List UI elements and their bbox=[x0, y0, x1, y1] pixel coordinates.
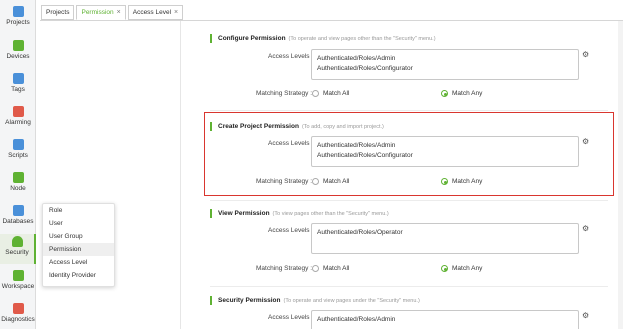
menu-item-access-level[interactable]: Access Level bbox=[43, 256, 114, 269]
match-all-option[interactable]: Match All bbox=[312, 90, 349, 97]
matching-strategy-label: Matching Strategy : bbox=[256, 90, 312, 97]
nav-item-tags[interactable]: Tags bbox=[0, 73, 36, 105]
access-levels-label: Access Levels : bbox=[268, 227, 314, 234]
security-permission-section: Security Permission (To operate and view … bbox=[210, 296, 608, 329]
workspace-icon bbox=[12, 270, 24, 281]
gear-icon[interactable]: ⚙ bbox=[582, 51, 590, 59]
close-icon[interactable]: × bbox=[174, 6, 178, 19]
tab-label: Access Level bbox=[132, 9, 172, 16]
highlight-box bbox=[204, 112, 614, 196]
content-divider bbox=[180, 21, 181, 329]
nav-item-label: Alarming bbox=[5, 119, 31, 126]
diagnostics-icon bbox=[12, 303, 24, 314]
security-icon bbox=[11, 236, 23, 247]
scrollbar[interactable] bbox=[618, 21, 623, 329]
devices-icon bbox=[12, 40, 24, 51]
nav-item-label: Workspace bbox=[1, 283, 35, 290]
security-submenu: Role User User Group Permission Access L… bbox=[42, 203, 115, 287]
tab-label: Permission bbox=[81, 9, 114, 16]
radio-button[interactable] bbox=[312, 90, 319, 97]
nav-item-label: Tags bbox=[11, 86, 25, 93]
scripts-icon bbox=[12, 139, 24, 150]
nav-item-label: Databases bbox=[2, 218, 34, 225]
nav-item-alarming[interactable]: Alarming bbox=[0, 106, 36, 138]
nav-item-label: Diagnostics bbox=[1, 316, 35, 323]
nav-item-security[interactable]: Security bbox=[0, 234, 36, 264]
tab-projects[interactable]: Projects bbox=[41, 5, 75, 20]
configure-permission-section: Configure Permission (To operate and view… bbox=[210, 34, 608, 104]
access-levels-field[interactable]: Authenticated/Roles/Admin bbox=[311, 310, 579, 329]
menu-item-permission[interactable]: Permission bbox=[43, 243, 114, 256]
section-title: Configure Permission (To operate and view… bbox=[210, 34, 436, 43]
nav-item-label: Security bbox=[5, 249, 29, 256]
nav-item-workspace[interactable]: Workspace bbox=[0, 270, 36, 302]
section-divider bbox=[210, 286, 608, 287]
menu-item-user-group[interactable]: User Group bbox=[43, 230, 114, 243]
close-icon[interactable]: × bbox=[117, 6, 121, 19]
nav-item-label: Scripts bbox=[8, 152, 28, 159]
projects-icon bbox=[12, 6, 24, 17]
menu-item-user[interactable]: User bbox=[43, 217, 114, 230]
gear-icon[interactable]: ⚙ bbox=[582, 312, 590, 320]
menu-item-identity-provider[interactable]: Identity Provider bbox=[43, 269, 114, 282]
access-levels-label: Access Levels : bbox=[268, 53, 314, 60]
nav-item-diagnostics[interactable]: Diagnostics bbox=[0, 303, 36, 329]
tab-bar: Projects Permission × Access Level × bbox=[41, 5, 185, 21]
match-any-option[interactable]: Match Any bbox=[441, 265, 482, 272]
tab-permission[interactable]: Permission × bbox=[76, 5, 126, 20]
tab-underline bbox=[40, 20, 623, 21]
access-levels-field[interactable]: Authenticated/Roles/Admin Authenticated/… bbox=[311, 49, 579, 80]
nav-item-devices[interactable]: Devices bbox=[0, 40, 36, 72]
radio-button[interactable] bbox=[441, 265, 448, 272]
nav-item-label: Node bbox=[10, 185, 26, 192]
menu-item-role[interactable]: Role bbox=[43, 204, 114, 217]
node-icon bbox=[12, 172, 24, 183]
match-any-option[interactable]: Match Any bbox=[441, 90, 482, 97]
nav-item-node[interactable]: Node bbox=[0, 172, 36, 204]
nav-item-projects[interactable]: Projects bbox=[0, 6, 36, 38]
alarming-icon bbox=[12, 106, 24, 117]
section-divider bbox=[210, 200, 608, 201]
section-title: Security Permission (To operate and view … bbox=[210, 296, 420, 305]
section-divider bbox=[210, 110, 608, 111]
nav-item-databases[interactable]: Databases bbox=[0, 205, 36, 237]
nav-item-label: Devices bbox=[6, 53, 30, 60]
section-title: View Permission (To view pages other than… bbox=[210, 209, 389, 218]
nav-item-label: Projects bbox=[6, 19, 30, 26]
radio-button[interactable] bbox=[441, 90, 448, 97]
matching-strategy-label: Matching Strategy : bbox=[256, 265, 312, 272]
radio-button[interactable] bbox=[312, 265, 319, 272]
nav-item-scripts[interactable]: Scripts bbox=[0, 139, 36, 171]
view-permission-section: View Permission (To view pages other than… bbox=[210, 209, 608, 279]
left-nav: Projects Devices Tags Alarming Scripts N… bbox=[0, 0, 36, 329]
gear-icon[interactable]: ⚙ bbox=[582, 225, 590, 233]
tab-access-level[interactable]: Access Level × bbox=[127, 5, 184, 20]
access-levels-label: Access Levels : bbox=[268, 314, 314, 321]
databases-icon bbox=[12, 205, 24, 216]
access-levels-field[interactable]: Authenticated/Roles/Operator bbox=[311, 223, 579, 254]
match-all-option[interactable]: Match All bbox=[312, 265, 349, 272]
tags-icon bbox=[12, 73, 24, 84]
tab-label: Projects bbox=[46, 9, 70, 16]
